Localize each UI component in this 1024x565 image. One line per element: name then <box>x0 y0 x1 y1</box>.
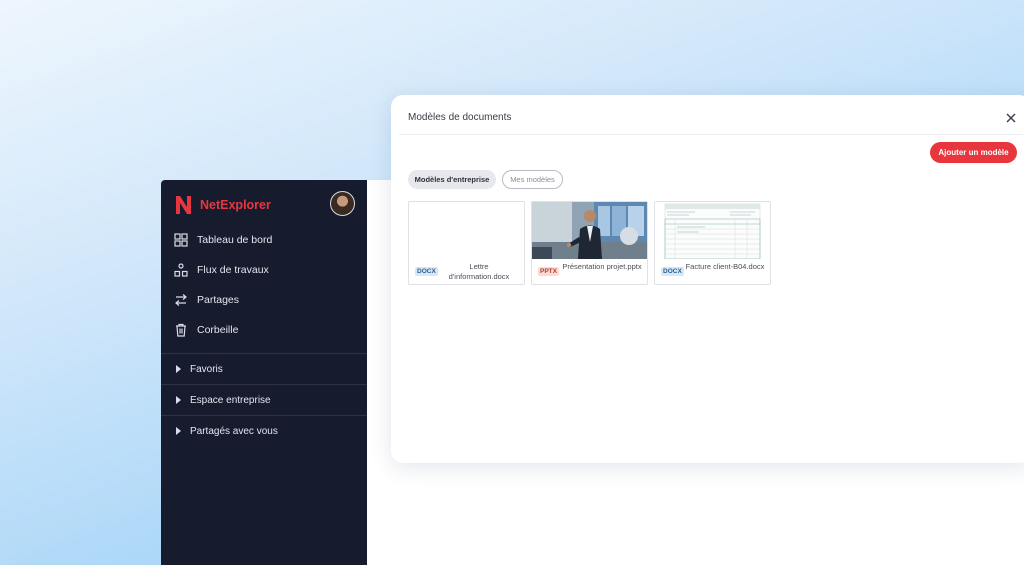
sidebar-item-shares[interactable]: Partages <box>161 285 367 315</box>
template-thumbnail-blank <box>409 202 524 259</box>
template-grid: DOCX Lettre d'information.docx PPTX Prés… <box>408 201 777 285</box>
templates-modal: Modèles de documents Ajouter un modèle M… <box>391 95 1024 463</box>
file-type-badge: PPTX <box>538 267 559 276</box>
sidebar-item-label: Tableau de bord <box>197 234 273 246</box>
share-arrows-icon <box>174 293 188 307</box>
dashboard-icon <box>174 233 188 247</box>
sidebar-item-label: Flux de travaux <box>197 264 269 276</box>
section-label: Favoris <box>190 363 223 375</box>
template-filename: Facture client-B04.docx <box>685 262 765 271</box>
template-card[interactable]: PPTX Présentation projet.pptx <box>531 201 648 285</box>
sidebar-item-dashboard[interactable]: Tableau de bord <box>161 225 367 255</box>
section-favorites[interactable]: Favoris <box>161 353 367 384</box>
caret-right-icon <box>176 365 181 373</box>
template-meta: DOCX Lettre d'information.docx <box>409 260 524 285</box>
template-meta: PPTX Présentation projet.pptx <box>532 260 647 285</box>
file-type-badge: DOCX <box>415 267 438 276</box>
section-label: Partagés avec vous <box>190 425 278 437</box>
add-template-button[interactable]: Ajouter un modèle <box>930 142 1017 163</box>
template-filename: Lettre d'information.docx <box>448 262 510 281</box>
sidebar-sections: Favoris Espace entreprise Partagés avec … <box>161 353 367 446</box>
template-card[interactable]: DOCX Facture client-B04.docx <box>654 201 771 285</box>
sidebar-item-trash[interactable]: Corbeille <box>161 315 367 345</box>
tab-my-templates[interactable]: Mes modèles <box>502 170 563 189</box>
sidebar-nav: Tableau de bord Flux de travaux Partages <box>161 225 367 345</box>
modal-title: Modèles de documents <box>408 112 512 123</box>
trash-icon <box>174 323 188 337</box>
netexplorer-logo-icon <box>176 196 191 214</box>
sidebar: NetExplorer Tableau de bord Flux de trav… <box>161 180 367 565</box>
section-shared-with-you[interactable]: Partagés avec vous <box>161 415 367 446</box>
brand[interactable]: NetExplorer <box>175 194 271 216</box>
template-thumbnail-invoice <box>655 202 770 259</box>
file-type-badge: DOCX <box>661 267 684 276</box>
section-label: Espace entreprise <box>190 394 271 406</box>
section-company-space[interactable]: Espace entreprise <box>161 384 367 415</box>
template-meta: DOCX Facture client-B04.docx <box>655 260 770 285</box>
tab-company-templates[interactable]: Modèles d'entreprise <box>408 170 496 189</box>
workflow-icon <box>174 263 188 277</box>
sidebar-item-label: Partages <box>197 294 240 306</box>
template-thumbnail-photo <box>532 202 647 259</box>
template-filename: Présentation projet.pptx <box>562 262 642 271</box>
template-card[interactable]: DOCX Lettre d'information.docx <box>408 201 525 285</box>
user-avatar[interactable] <box>330 191 355 216</box>
caret-right-icon <box>176 427 181 435</box>
brand-name: NetExplorer <box>200 198 271 212</box>
sidebar-item-workflows[interactable]: Flux de travaux <box>161 255 367 285</box>
sidebar-item-label: Corbeille <box>197 324 239 336</box>
close-icon[interactable] <box>1004 111 1018 125</box>
divider <box>399 134 1023 135</box>
caret-right-icon <box>176 396 181 404</box>
